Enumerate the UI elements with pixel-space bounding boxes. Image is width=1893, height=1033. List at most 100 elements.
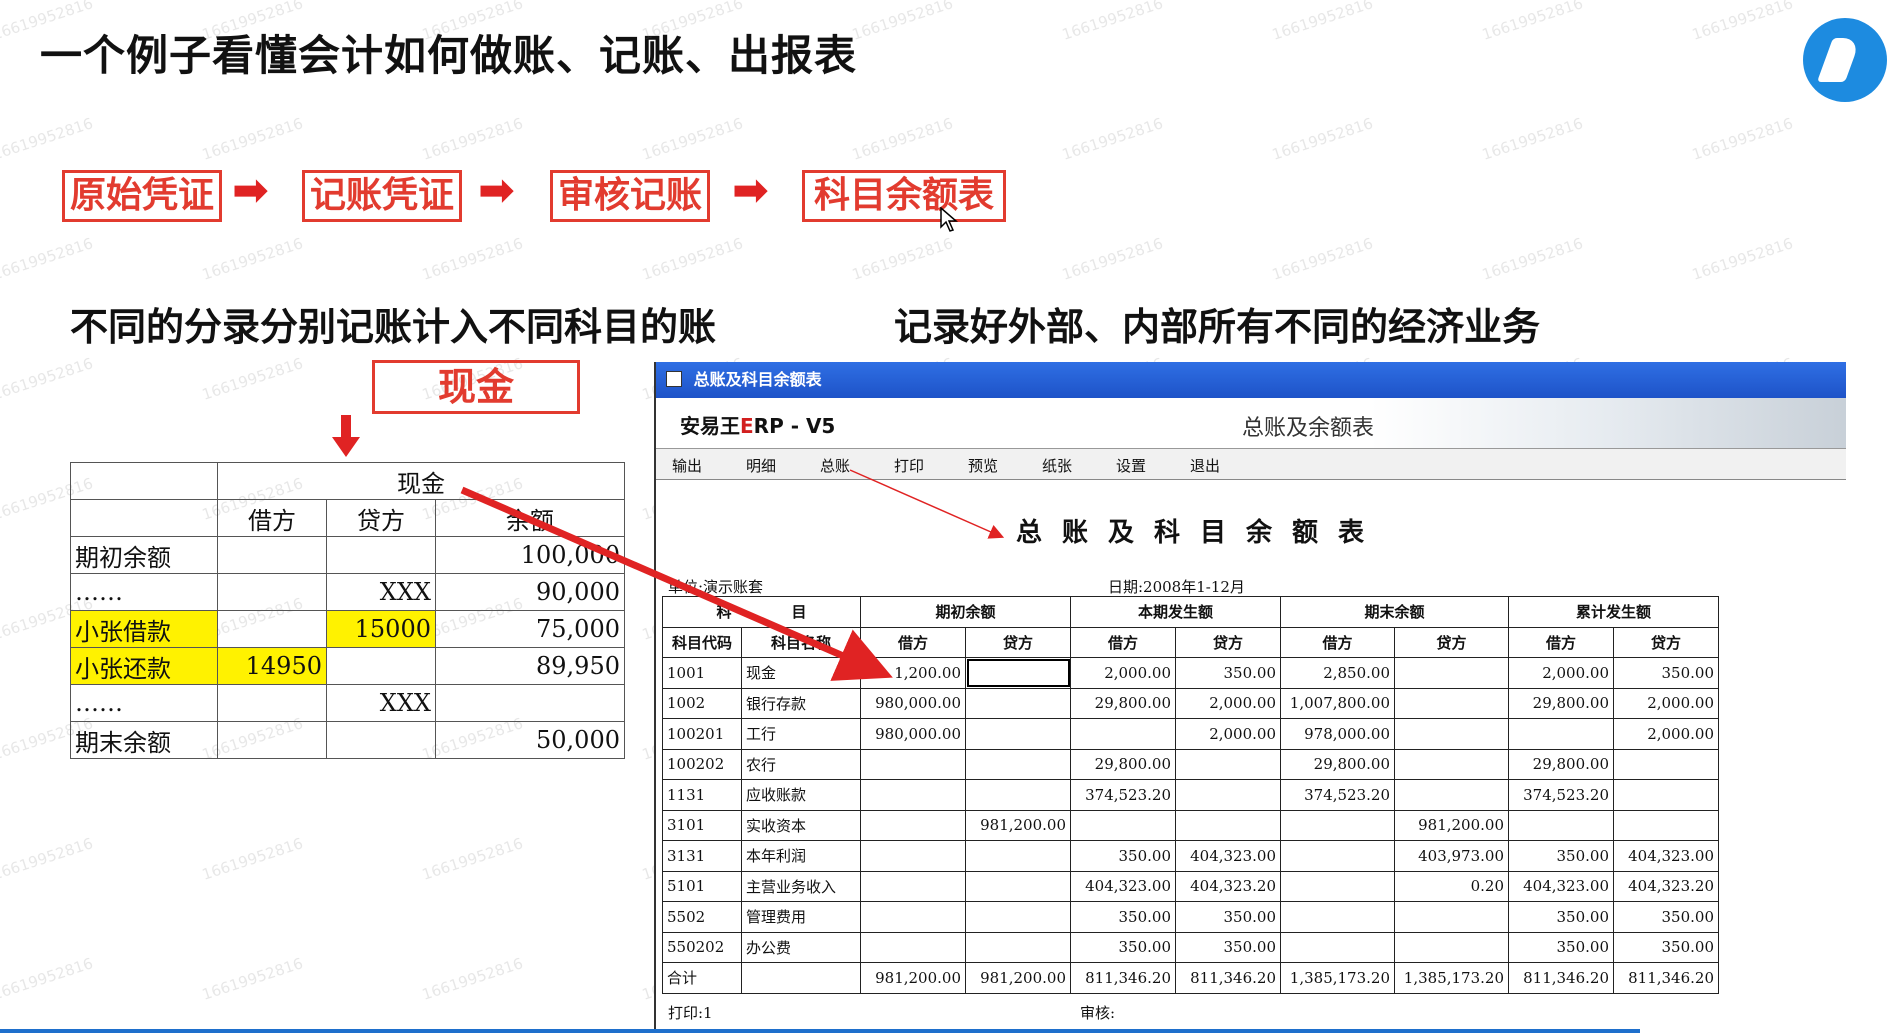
amount-cell[interactable]: 29,800.00 bbox=[1070, 687, 1176, 719]
amount-cell[interactable]: 374,523.20 bbox=[1508, 779, 1614, 811]
amount-cell[interactable]: 350.00 bbox=[1070, 901, 1176, 933]
amount-cell[interactable]: 350.00 bbox=[1175, 657, 1281, 689]
amount-cell[interactable]: 350.00 bbox=[1070, 931, 1176, 963]
account-code-cell[interactable]: 5502 bbox=[662, 901, 742, 933]
table-row[interactable]: 100202 农行 29,800.00 29,800.00 29,800.00 bbox=[662, 748, 1719, 780]
amount-cell[interactable] bbox=[1280, 870, 1395, 902]
amount-cell[interactable]: 374,523.20 bbox=[1070, 779, 1176, 811]
amount-cell[interactable]: 29,800.00 bbox=[1280, 748, 1395, 780]
account-name-cell[interactable]: 应收账款 bbox=[741, 779, 861, 811]
amount-cell[interactable]: 2,000.00 bbox=[1175, 687, 1281, 719]
account-name-cell[interactable]: 办公费 bbox=[741, 931, 861, 963]
amount-cell[interactable] bbox=[965, 657, 1071, 689]
amount-cell[interactable]: 981,200.00 bbox=[965, 962, 1071, 994]
account-code-cell[interactable]: 5101 bbox=[662, 870, 742, 902]
amount-cell[interactable] bbox=[1394, 718, 1509, 750]
amount-cell[interactable] bbox=[965, 931, 1071, 963]
account-code-cell[interactable]: 1001 bbox=[662, 657, 742, 689]
account-code-cell[interactable]: 100202 bbox=[662, 748, 742, 780]
amount-cell[interactable]: 811,346.20 bbox=[1070, 962, 1176, 994]
amount-cell[interactable] bbox=[1613, 809, 1719, 841]
amount-cell[interactable]: 2,000.00 bbox=[1508, 657, 1614, 689]
account-name-cell[interactable]: 主营业务收入 bbox=[741, 870, 861, 902]
amount-cell[interactable]: 1,385,173.20 bbox=[1394, 962, 1509, 994]
amount-cell[interactable]: 374,523.20 bbox=[1280, 779, 1395, 811]
table-row[interactable]: 550202 办公费 350.00 350.00 350.00 350.00 bbox=[662, 931, 1719, 963]
amount-cell[interactable]: 350.00 bbox=[1613, 901, 1719, 933]
account-code-cell[interactable]: 1131 bbox=[662, 779, 742, 811]
menu-item-export[interactable]: 输出 bbox=[672, 455, 702, 476]
amount-cell[interactable]: 981,200.00 bbox=[860, 962, 966, 994]
menu-item-detail[interactable]: 明细 bbox=[746, 455, 776, 476]
account-code-cell[interactable]: 3131 bbox=[662, 840, 742, 872]
table-row[interactable]: 1001 现金 1,200.00 2,000.00 350.00 2,850.00 2,00… bbox=[662, 657, 1719, 689]
amount-cell[interactable]: 350.00 bbox=[1508, 901, 1614, 933]
table-row[interactable]: 1131 应收账款 374,523.20 374,523.20 374,523.20 bbox=[662, 779, 1719, 811]
amount-cell[interactable]: 29,800.00 bbox=[1508, 748, 1614, 780]
amount-cell[interactable]: 981,200.00 bbox=[1394, 809, 1509, 841]
menu-item-settings[interactable]: 设置 bbox=[1116, 455, 1146, 476]
menu-item-preview[interactable]: 预览 bbox=[968, 455, 998, 476]
amount-cell[interactable]: 978,000.00 bbox=[1280, 718, 1395, 750]
amount-cell[interactable] bbox=[860, 901, 966, 933]
amount-cell[interactable]: 404,323.00 bbox=[1175, 840, 1281, 872]
amount-cell[interactable] bbox=[860, 840, 966, 872]
amount-cell[interactable]: 403,973.00 bbox=[1394, 840, 1509, 872]
table-row[interactable]: 合计 981,200.00 981,200.00 811,346.20 811,346.… bbox=[662, 962, 1719, 994]
amount-cell[interactable]: 1,200.00 bbox=[860, 657, 966, 689]
amount-cell[interactable] bbox=[1280, 840, 1395, 872]
amount-cell[interactable] bbox=[965, 840, 1071, 872]
menu-item-exit[interactable]: 退出 bbox=[1190, 455, 1220, 476]
amount-cell[interactable]: 404,323.00 bbox=[1070, 870, 1176, 902]
table-row[interactable]: 5101 主营业务收入 404,323.00 404,323.20 0.20 404,32… bbox=[662, 870, 1719, 902]
menu-item-paper[interactable]: 纸张 bbox=[1042, 455, 1072, 476]
amount-cell[interactable]: 404,323.20 bbox=[1175, 870, 1281, 902]
table-row[interactable]: 5502 管理费用 350.00 350.00 350.00 350.00 bbox=[662, 901, 1719, 933]
amount-cell[interactable] bbox=[965, 779, 1071, 811]
amount-cell[interactable]: 404,323.20 bbox=[1613, 870, 1719, 902]
amount-cell[interactable] bbox=[1175, 809, 1281, 841]
amount-cell[interactable]: 2,000.00 bbox=[1613, 718, 1719, 750]
amount-cell[interactable] bbox=[1280, 931, 1395, 963]
amount-cell[interactable]: 2,000.00 bbox=[1613, 687, 1719, 719]
amount-cell[interactable] bbox=[965, 718, 1071, 750]
table-row[interactable]: 3131 本年利润 350.00 404,323.00 403,973.00 350.00… bbox=[662, 840, 1719, 872]
amount-cell[interactable] bbox=[1175, 748, 1281, 780]
amount-cell[interactable] bbox=[965, 901, 1071, 933]
amount-cell[interactable]: 0.20 bbox=[1394, 870, 1509, 902]
amount-cell[interactable] bbox=[1613, 779, 1719, 811]
amount-cell[interactable]: 350.00 bbox=[1508, 931, 1614, 963]
amount-cell[interactable] bbox=[965, 870, 1071, 902]
account-name-cell[interactable]: 实收资本 bbox=[741, 809, 861, 841]
account-name-cell[interactable]: 现金 bbox=[741, 657, 861, 689]
amount-cell[interactable] bbox=[1508, 718, 1614, 750]
account-name-cell[interactable]: 管理费用 bbox=[741, 901, 861, 933]
amount-cell[interactable]: 350.00 bbox=[1070, 840, 1176, 872]
amount-cell[interactable]: 29,800.00 bbox=[1070, 748, 1176, 780]
amount-cell[interactable] bbox=[1394, 779, 1509, 811]
amount-cell[interactable]: 981,200.00 bbox=[965, 809, 1071, 841]
amount-cell[interactable] bbox=[1508, 809, 1614, 841]
amount-cell[interactable]: 2,850.00 bbox=[1280, 657, 1395, 689]
window-titlebar[interactable]: 总账及科目余额表 bbox=[656, 362, 1846, 398]
amount-cell[interactable] bbox=[1280, 901, 1395, 933]
amount-cell[interactable]: 350.00 bbox=[1175, 931, 1281, 963]
account-name-cell[interactable]: 农行 bbox=[741, 748, 861, 780]
amount-cell[interactable]: 1,007,800.00 bbox=[1280, 687, 1395, 719]
amount-cell[interactable]: 2,000.00 bbox=[1175, 718, 1281, 750]
amount-cell[interactable]: 350.00 bbox=[1175, 901, 1281, 933]
amount-cell[interactable]: 404,323.00 bbox=[1613, 840, 1719, 872]
amount-cell[interactable]: 404,323.00 bbox=[1508, 870, 1614, 902]
amount-cell[interactable]: 811,346.20 bbox=[1613, 962, 1719, 994]
amount-cell[interactable] bbox=[1613, 748, 1719, 780]
menu-item-general-ledger[interactable]: 总账 bbox=[820, 455, 850, 476]
account-name-cell[interactable]: 本年利润 bbox=[741, 840, 861, 872]
table-row[interactable]: 100201 工行 980,000.00 2,000.00 978,000.00 2,00… bbox=[662, 718, 1719, 750]
amount-cell[interactable] bbox=[1394, 687, 1509, 719]
amount-cell[interactable]: 2,000.00 bbox=[1070, 657, 1176, 689]
amount-cell[interactable] bbox=[1394, 901, 1509, 933]
amount-cell[interactable] bbox=[1394, 748, 1509, 780]
amount-cell[interactable]: 350.00 bbox=[1613, 931, 1719, 963]
amount-cell[interactable]: 980,000.00 bbox=[860, 718, 966, 750]
amount-cell[interactable]: 811,346.20 bbox=[1508, 962, 1614, 994]
